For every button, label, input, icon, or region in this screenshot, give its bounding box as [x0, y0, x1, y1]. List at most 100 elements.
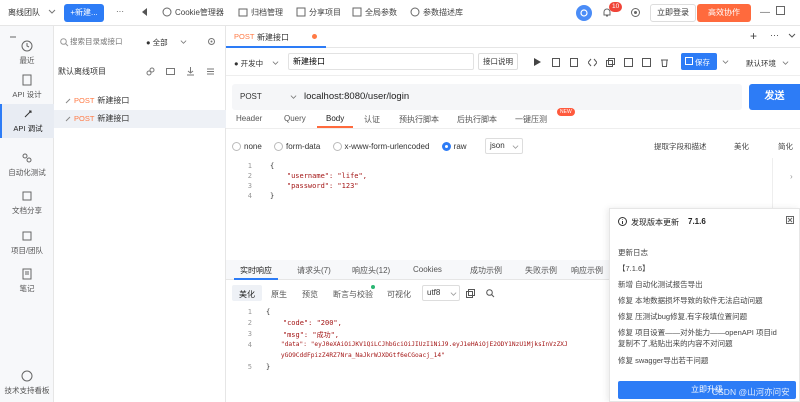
copy-icon[interactable]: [606, 58, 615, 67]
chevron-down-icon[interactable]: [48, 7, 56, 15]
add-folder-icon[interactable]: [166, 67, 175, 76]
status-select[interactable]: ● 开发中: [234, 58, 263, 69]
settings-icon[interactable]: [630, 7, 641, 18]
tab-pre-script[interactable]: 预执行脚本: [399, 114, 439, 125]
resp-tab-success[interactable]: 成功示例: [470, 265, 502, 276]
tab-header[interactable]: Header: [236, 114, 262, 123]
history-icon[interactable]: [642, 58, 651, 67]
chevron-down-icon[interactable]: [180, 38, 187, 45]
tab-body[interactable]: Body: [326, 114, 344, 123]
send-button[interactable]: 发送: [749, 84, 800, 110]
resp-tab-example[interactable]: 响应示例: [571, 265, 603, 276]
sub-tab-assert[interactable]: 断言与校验: [333, 289, 373, 300]
new-button[interactable]: +新建...: [64, 4, 104, 22]
tab-new-api[interactable]: POST 新建接口: [226, 26, 326, 48]
radio-none[interactable]: none: [232, 142, 262, 152]
more-tabs-icon[interactable]: ···: [770, 30, 779, 40]
copy-icon[interactable]: [466, 289, 475, 298]
chevron-down-icon[interactable]: [450, 290, 457, 297]
code-icon[interactable]: [588, 58, 597, 67]
nav-item-support[interactable]: 技术支持看板: [0, 370, 54, 396]
share-project-button[interactable]: 分享项目: [309, 7, 341, 18]
trash-icon[interactable]: [660, 58, 669, 67]
code-line: {: [270, 162, 275, 170]
tab-auth[interactable]: 认证: [364, 114, 380, 125]
collab-button[interactable]: 高效协作: [697, 4, 751, 22]
nav-item-recent[interactable]: 最近: [0, 40, 54, 66]
maximize-icon[interactable]: [776, 6, 785, 15]
nav-item-api-debug[interactable]: API 调试: [0, 104, 54, 138]
tab-query[interactable]: Query: [284, 114, 306, 123]
beautify-button[interactable]: 美化: [734, 141, 749, 152]
nav-item-team[interactable]: 项目/团队: [0, 230, 54, 256]
export-icon[interactable]: [570, 58, 578, 67]
tab-post-script[interactable]: 后执行脚本: [457, 114, 497, 125]
env-select[interactable]: 默认环境: [746, 58, 776, 69]
chevron-down-icon[interactable]: [290, 93, 297, 100]
resp-tab-realtime[interactable]: 实时响应: [240, 265, 272, 276]
archive-manager-button[interactable]: 归档管理: [251, 7, 283, 18]
nav-item-doc-share[interactable]: 文档分享: [0, 190, 54, 216]
sub-tab-raw[interactable]: 原生: [271, 289, 287, 300]
update-version: 7.1.6: [688, 217, 706, 226]
nav-item-notes[interactable]: 笔记: [0, 268, 54, 294]
clock-icon: [21, 40, 33, 52]
login-button[interactable]: 立即登录: [650, 4, 696, 22]
sub-tab-visualize[interactable]: 可视化: [387, 289, 411, 300]
chevron-down-icon[interactable]: [272, 59, 279, 66]
global-params-button[interactable]: 全局参数: [365, 7, 397, 18]
resp-tab-req-headers[interactable]: 请求头(7): [297, 265, 331, 276]
doc-icon[interactable]: [552, 58, 560, 67]
tree-item-api[interactable]: POST 新建接口: [54, 92, 226, 110]
team-selector[interactable]: 离线团队: [8, 7, 40, 18]
chevron-down-icon[interactable]: [512, 143, 519, 150]
save-label: 保存: [695, 58, 710, 67]
method-select[interactable]: POST: [240, 92, 262, 101]
side-panel-icon[interactable]: ›: [790, 172, 793, 181]
sub-tab-preview[interactable]: 预览: [302, 289, 318, 300]
nav-item-automation[interactable]: 自动化测试: [0, 152, 54, 178]
minimize-icon[interactable]: —: [760, 7, 770, 18]
import-icon[interactable]: [186, 67, 195, 76]
collapse-arrow-icon[interactable]: [142, 8, 148, 16]
api-desc-button[interactable]: 接口说明: [478, 53, 518, 70]
nav-item-api-design[interactable]: API 设计: [0, 74, 54, 100]
api-name-input[interactable]: [288, 53, 474, 70]
more-menu-button[interactable]: ···: [116, 7, 124, 16]
sub-tab-beautify[interactable]: 美化: [239, 289, 255, 300]
resp-tab-cookies[interactable]: Cookies: [413, 265, 442, 274]
filter-select[interactable]: ● 全部: [146, 37, 168, 48]
menu-icon[interactable]: [206, 67, 215, 76]
chevron-down-icon[interactable]: [782, 59, 789, 66]
save-button[interactable]: 保存: [681, 53, 717, 70]
share-icon[interactable]: [624, 58, 633, 67]
url-input[interactable]: localhost:8080/user/login: [304, 91, 409, 102]
locate-icon[interactable]: [207, 37, 216, 46]
notification-badge: 10: [609, 2, 623, 12]
sync-icon[interactable]: [575, 4, 593, 22]
search-icon[interactable]: [486, 289, 495, 298]
unsaved-dot: [312, 34, 317, 39]
response-body-viewer[interactable]: 1 { 2 "code": "200", 3 "msg": "成功", 4 "d…: [232, 306, 608, 396]
raw-format-label: json: [490, 141, 505, 150]
cookie-manager-button[interactable]: Cookie管理器: [175, 7, 224, 18]
tree-item-api-selected[interactable]: POST 新建接口: [54, 110, 226, 128]
link-icon[interactable]: [146, 67, 155, 76]
radio-urlencoded[interactable]: x-www-form-urlencoded: [332, 142, 429, 152]
tab-stress-test[interactable]: 一键压测: [515, 114, 547, 125]
radio-raw[interactable]: raw: [441, 142, 467, 152]
radio-form-data[interactable]: form-data: [274, 142, 320, 152]
add-tab-icon[interactable]: +: [750, 29, 757, 43]
extract-fields-button[interactable]: 提取字段和描述: [654, 141, 707, 152]
param-library-icon: [410, 7, 420, 17]
simplify-button[interactable]: 简化: [778, 141, 793, 152]
close-icon[interactable]: [786, 216, 794, 224]
chevron-down-icon[interactable]: [722, 58, 729, 65]
play-icon[interactable]: [534, 58, 541, 66]
param-library-button[interactable]: 参数描述库: [423, 7, 463, 18]
chevron-down-icon[interactable]: [788, 31, 796, 39]
tree-search-input[interactable]: [70, 33, 142, 49]
resp-tab-fail[interactable]: 失败示例: [525, 265, 557, 276]
cookie-icon: [162, 7, 172, 17]
resp-tab-resp-headers[interactable]: 响应头(12): [352, 265, 390, 276]
